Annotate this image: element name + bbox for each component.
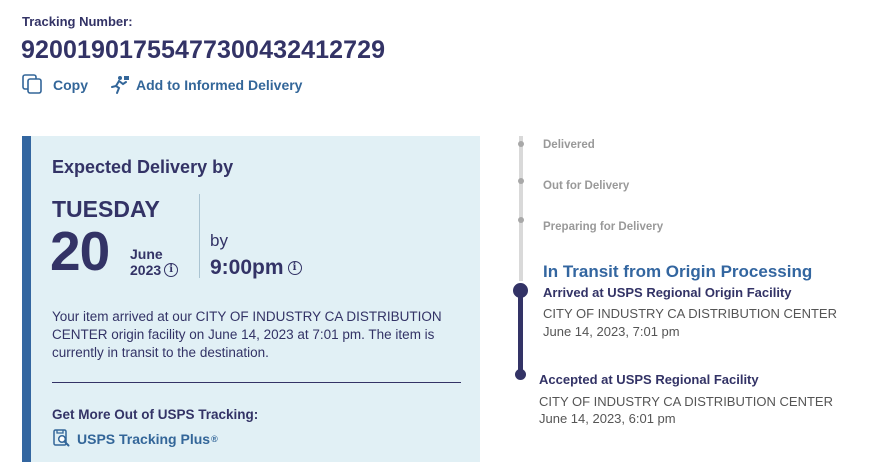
timeline-dot bbox=[518, 217, 524, 223]
tracking-number: 92001901755477300432412729 bbox=[21, 36, 386, 64]
delivery-year-row: 2023 i bbox=[130, 262, 179, 278]
event-time: June 14, 2023, 6:01 pm bbox=[539, 411, 676, 426]
delivery-year: 2023 bbox=[130, 262, 162, 278]
event-location: CITY OF INDUSTRY CA DISTRIBUTION CENTER bbox=[539, 394, 833, 409]
event-location: CITY OF INDUSTRY CA DISTRIBUTION CENTER bbox=[543, 306, 837, 321]
timeline-past-dot bbox=[515, 369, 526, 380]
copy-icon bbox=[22, 74, 43, 95]
info-icon[interactable]: i bbox=[287, 261, 302, 275]
event-title: Arrived at USPS Regional Origin Facility bbox=[543, 285, 792, 300]
by-label: by bbox=[210, 231, 228, 250]
timeline-completed-line bbox=[518, 290, 523, 378]
card-divider bbox=[52, 382, 461, 383]
timeline-dot bbox=[518, 141, 524, 147]
copy-label: Copy bbox=[53, 76, 88, 93]
usps-tracking-plus-link[interactable]: USPS Tracking Plus ® bbox=[52, 429, 218, 448]
delivery-day: TUESDAY bbox=[52, 196, 160, 222]
delivery-month: June bbox=[130, 246, 163, 262]
tracking-plus-icon bbox=[52, 429, 71, 448]
copy-button[interactable]: Copy bbox=[22, 74, 88, 95]
info-icon[interactable]: i bbox=[164, 263, 179, 277]
add-to-informed-delivery-link[interactable]: Add to Informed Delivery bbox=[110, 75, 302, 95]
timeline-preparing: Preparing for Delivery bbox=[543, 221, 664, 233]
delivery-time-row: 9:00pm i bbox=[210, 256, 302, 280]
expected-delivery-title: Expected Delivery by bbox=[52, 157, 234, 177]
delivery-time: 9:00pm bbox=[210, 256, 284, 279]
timeline-upcoming-line bbox=[519, 136, 523, 281]
tracking-plus-label: USPS Tracking Plus bbox=[77, 430, 211, 447]
event-title: Accepted at USPS Regional Facility bbox=[539, 372, 759, 387]
registered-mark: ® bbox=[211, 433, 218, 444]
delivery-date: 20 bbox=[50, 220, 110, 282]
tracking-actions: Copy Add to Informed Delivery bbox=[22, 74, 302, 95]
runner-icon bbox=[110, 75, 130, 95]
tracking-number-label: Tracking Number: bbox=[22, 14, 133, 29]
delivery-description: Your item arrived at our CITY OF INDUSTR… bbox=[52, 309, 442, 360]
more-tracking-title: Get More Out of USPS Tracking: bbox=[52, 407, 259, 422]
informed-delivery-label: Add to Informed Delivery bbox=[136, 76, 303, 93]
event-time: June 14, 2023, 7:01 pm bbox=[543, 324, 680, 339]
date-divider bbox=[199, 194, 200, 278]
timeline-delivered: Delivered bbox=[543, 139, 595, 151]
timeline-current-dot bbox=[513, 283, 528, 298]
expected-delivery-card: Expected Delivery by TUESDAY 20 June 202… bbox=[22, 136, 480, 462]
timeline-out-for-delivery: Out for Delivery bbox=[543, 180, 630, 192]
timeline-dot bbox=[518, 178, 524, 184]
current-status-heading: In Transit from Origin Processing bbox=[543, 262, 813, 281]
